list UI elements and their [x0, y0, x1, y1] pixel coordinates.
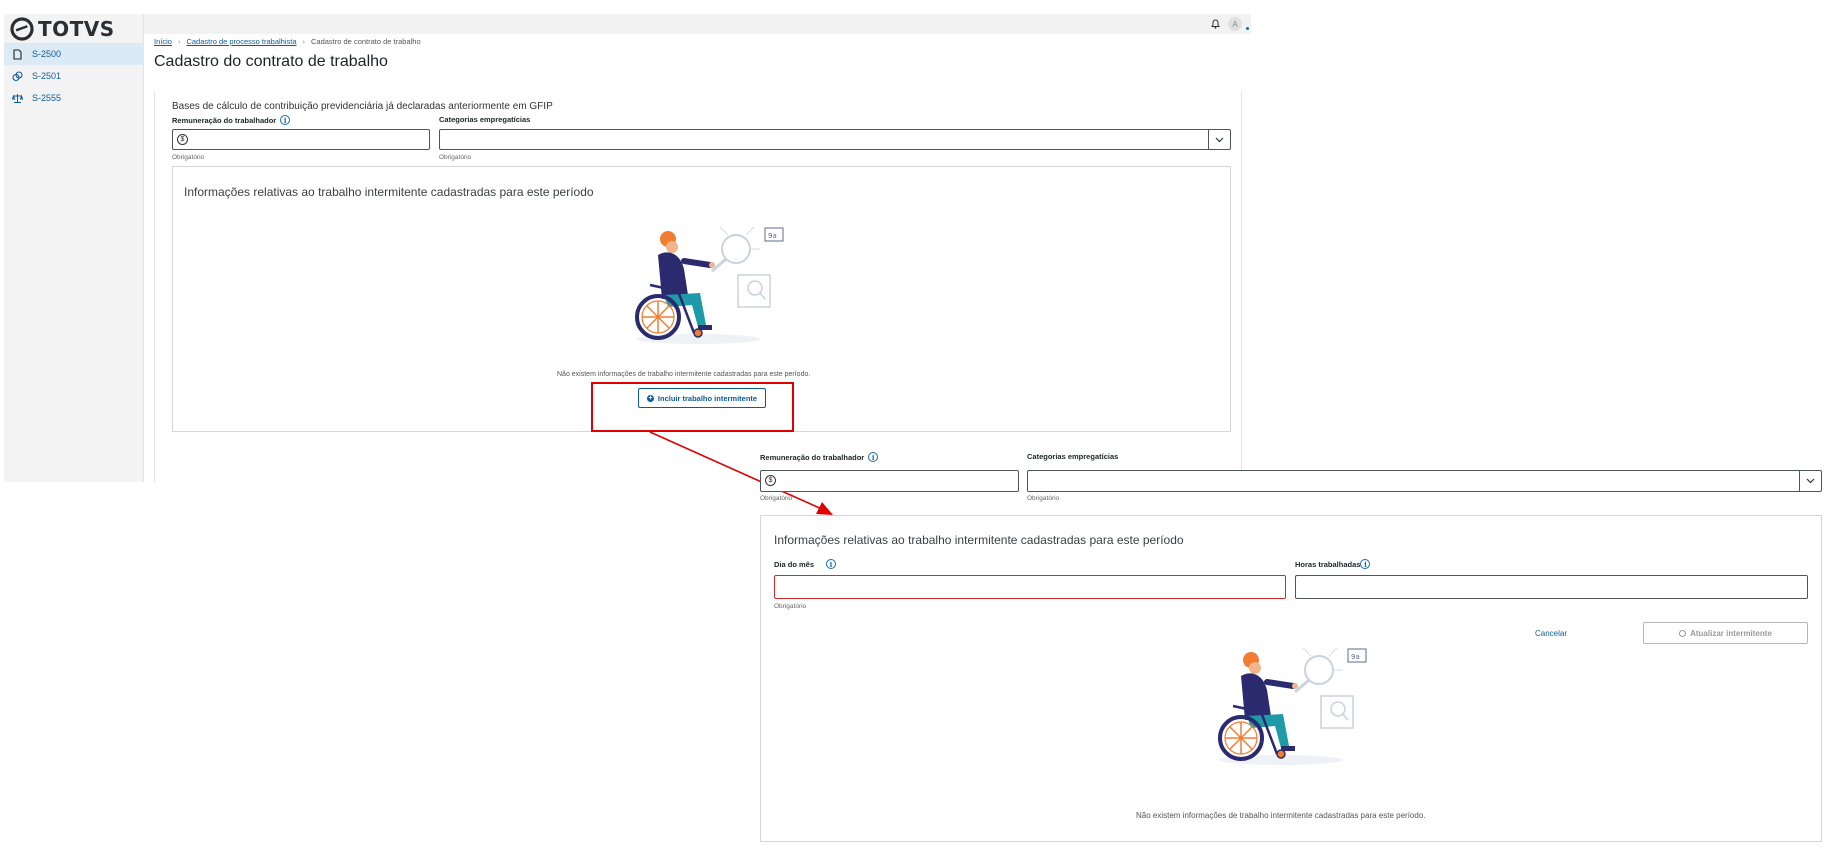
breadcrumb: Início › Cadastro de processo trabalhist… [154, 36, 1244, 46]
avatar[interactable]: A [1228, 17, 1242, 31]
svg-text:9a: 9a [1351, 653, 1360, 661]
remuneracao-hint-2: Obrigatório [760, 495, 793, 502]
intermitente-card-title: Informações relativas ao trabalho interm… [184, 185, 594, 199]
intermitente-card-expanded: Informações relativas ao trabalho interm… [760, 515, 1822, 842]
gear-icon [1679, 629, 1687, 637]
breadcrumb-parent-link[interactable]: Cadastro de processo trabalhista [186, 37, 296, 46]
breadcrumb-current: Cadastro de contrato de trabalho [311, 36, 421, 46]
sidebar-item-s2501[interactable]: S-2501 [4, 65, 144, 87]
sidebar-item-label: S-2500 [32, 49, 62, 59]
file-icon [13, 48, 22, 60]
totvs-logo[interactable]: TOTVS [10, 16, 115, 42]
dia-do-mes-label-text: Dia do mês [774, 559, 815, 569]
remuneracao-label-text: Remuneração do trabalhador [760, 452, 865, 462]
info-icon[interactable]: i [280, 115, 291, 125]
sidebar: TOTVS S-2500 S-2501 S-2555 [4, 14, 144, 482]
info-icon[interactable]: i [1360, 559, 1371, 569]
logo-text: TOTVS [38, 17, 115, 41]
chevron-down-icon[interactable] [1799, 471, 1821, 491]
breadcrumb-home-link[interactable]: Início [154, 37, 172, 46]
remuneracao-label-2: Remuneração do trabalhador i [760, 452, 879, 462]
remuneracao-label: Remuneração do trabalhador i [172, 115, 291, 125]
dia-do-mes-hint: Obrigatório [774, 603, 807, 610]
chevron-right-icon: › [177, 36, 181, 46]
chevron-down-icon[interactable] [1208, 130, 1230, 149]
status-dot [1246, 26, 1249, 30]
bases-heading: Bases de cálculo de contribuição previde… [172, 101, 553, 112]
sidebar-item-s2555[interactable]: S-2555 [4, 87, 144, 109]
currency-icon: $ [765, 475, 776, 486]
horas-trabalhadas-label: Horas trabalhadas i [1295, 559, 1371, 569]
remuneracao-hint: Obrigatório [172, 154, 205, 161]
svg-text:9a: 9a [768, 232, 777, 240]
dia-do-mes-label: Dia do mês i [774, 559, 837, 569]
intermitente-card-title: Informações relativas ao trabalho interm… [774, 533, 1184, 547]
sidebar-item-label: S-2555 [32, 93, 62, 103]
chevron-right-icon: › [302, 36, 306, 46]
categorias-hint-2: Obrigatório [1027, 495, 1060, 502]
totvs-logo-icon [10, 17, 34, 41]
sidebar-item-s2500[interactable]: S-2500 [4, 43, 144, 65]
atualizar-button-label: Atualizar intermitente [1690, 628, 1772, 638]
categorias-select[interactable] [439, 129, 1231, 150]
categorias-label-2: Categorias empregatícias [1027, 452, 1119, 461]
expanded-form-screenshot: Remuneração do trabalhador i $ Obrigatór… [760, 452, 1835, 842]
dia-do-mes-input[interactable] [774, 575, 1286, 599]
remuneracao-input-2[interactable]: $ [760, 470, 1019, 492]
cancel-button[interactable]: Cancelar [1535, 629, 1567, 638]
wheelchair-illustration: 9a [1218, 647, 1367, 765]
atualizar-intermitente-button[interactable]: Atualizar intermitente [1643, 622, 1808, 644]
horas-trabalhadas-label-text: Horas trabalhadas [1295, 559, 1361, 569]
empty-state-text: Não existem informações de trabalho inte… [1136, 811, 1426, 820]
remuneracao-label-text: Remuneração do trabalhador [172, 115, 277, 125]
sidebar-item-label: S-2501 [32, 71, 62, 81]
scale-icon [12, 93, 23, 103]
remuneracao-input[interactable]: $ [172, 129, 430, 150]
bell-icon[interactable] [1211, 19, 1220, 29]
coins-icon [12, 70, 23, 81]
empty-state-text: Não existem informações de trabalho inte… [557, 371, 811, 378]
categorias-label: Categorias empregatícias [439, 115, 531, 124]
info-icon[interactable]: i [868, 452, 879, 462]
categorias-hint: Obrigatório [439, 154, 472, 161]
currency-icon: $ [177, 134, 188, 145]
categorias-select-2[interactable] [1027, 470, 1822, 492]
info-icon[interactable]: i [826, 559, 837, 569]
horas-trabalhadas-input[interactable] [1295, 575, 1808, 599]
page-title: Cadastro do contrato de trabalho [154, 53, 388, 70]
annotation-highlight-box [591, 382, 794, 432]
sidebar-menu: S-2500 S-2501 S-2555 [4, 43, 144, 109]
top-bar: A [144, 14, 1251, 34]
wheelchair-illustration: 9a [635, 226, 784, 344]
